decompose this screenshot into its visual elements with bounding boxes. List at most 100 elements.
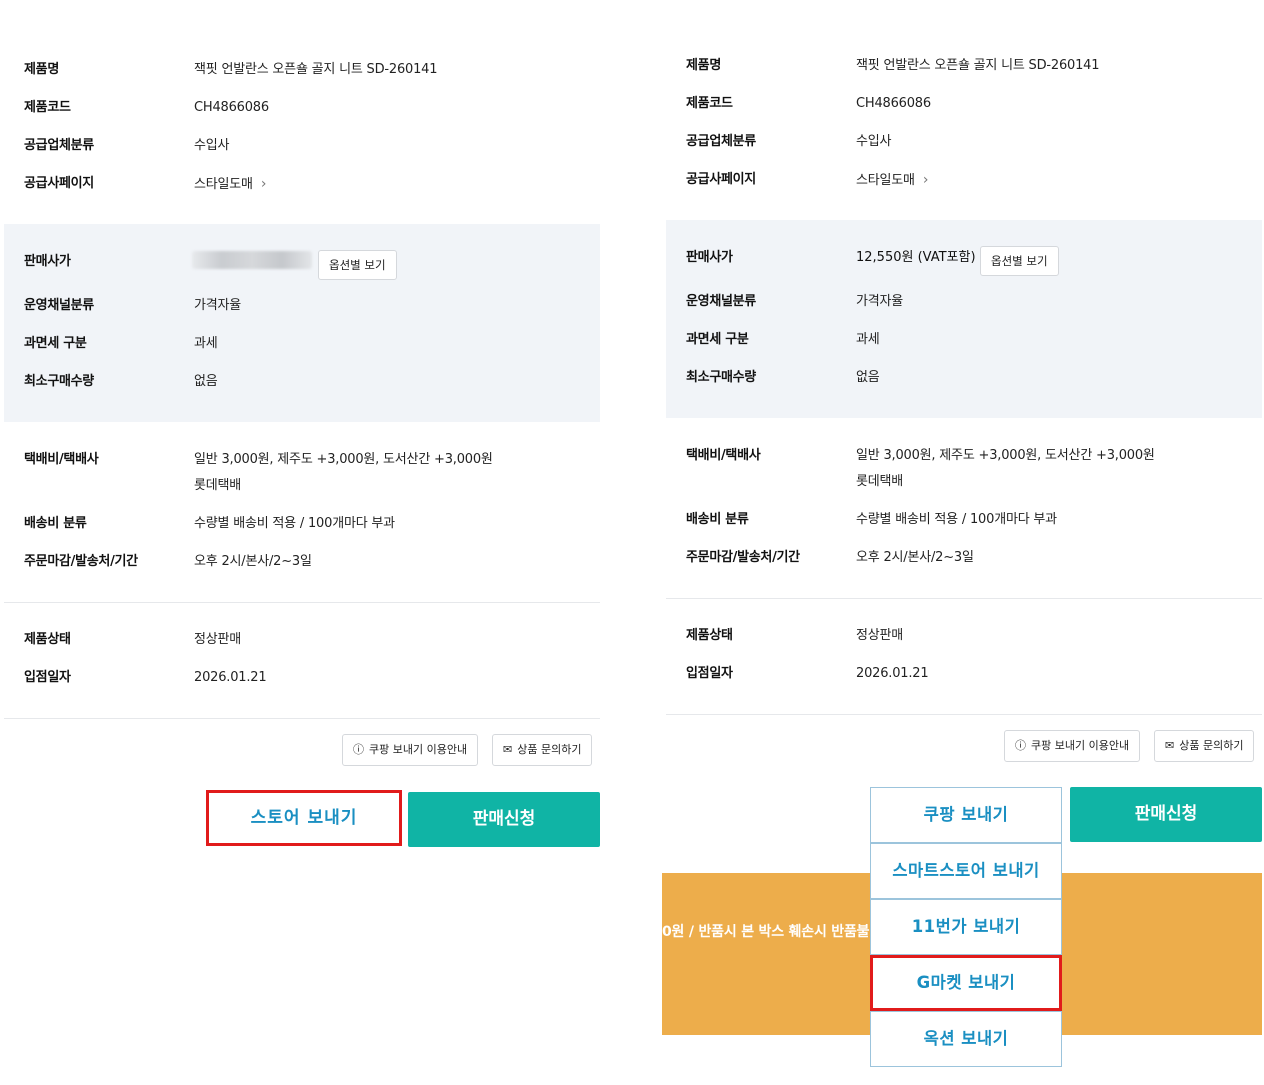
shipping-fee-value: 일반 3,000원, 제주도 +3,000원, 도서산간 +3,000원 [194,452,493,467]
section-divider [666,598,1262,599]
status-row: 제품상태 정상판매 [4,628,600,652]
apply-sale-button[interactable]: 판매신청 [408,792,600,847]
send-menu-item-smartstore[interactable]: 스마트스토어 보내기 [870,843,1062,899]
order-row: 주문마감/발송처/기간 오후 2시/본사/2~3일 [4,550,600,574]
tax-label: 과면세 구분 [24,336,87,351]
coupang-guide-label[interactable]: 쿠팡 보내기 이용안내 [1031,739,1129,752]
supplier-page-text[interactable]: 스타일도매 [856,173,915,188]
apply-sale-button[interactable]: 판매신청 [1070,787,1262,842]
mail-icon: ✉ [503,743,513,756]
date-row: 입점일자 2026.01.21 [4,666,600,690]
channel-value: 가격자율 [194,298,242,313]
channel-value: 가격자율 [856,294,904,309]
product-detail-panel-right: 제품명 잭핏 언발란스 오픈숄 골지 니트 SD-260141 제품코드 CH4… [662,0,1262,1085]
send-menu-item-11st[interactable]: 11번가 보내기 [870,899,1062,955]
sale-price-label: 판매사가 [24,254,71,269]
shipping-type-label: 배송비 분류 [24,516,87,531]
sale-price-value: 12,550원 (VAT포함) [856,250,976,265]
question-circle-icon: ⓘ [1015,739,1026,752]
option-price-button[interactable]: 옵션별 보기 [980,246,1059,276]
product-code-row: 제품코드 CH4866086 [666,92,1262,116]
min-qty-row: 최소구매수량 없음 [666,366,1262,390]
tax-row: 과면세 구분 과세 [666,328,1262,352]
status-label: 제품상태 [686,628,733,643]
channel-row: 운영채널분류 가격자율 [4,294,600,318]
channel-label: 운영채널분류 [24,298,94,313]
shipping-type-label: 배송비 분류 [686,512,749,527]
supplier-page-link[interactable]: 스타일도매 › [194,172,266,197]
status-row: 제품상태 정상판매 [666,624,1262,648]
inquiry-button[interactable]: ✉ 상품 문의하기 [492,734,593,766]
status-label: 제품상태 [24,632,71,647]
supplier-page-label: 공급사페이지 [686,172,756,187]
shipping-row: 택배비/택배사 일반 3,000원, 제주도 +3,000원, 도서산간 +3,… [666,444,1262,489]
section-divider [666,714,1262,715]
section-divider [4,718,600,719]
supplier-page-link[interactable]: 스타일도매 › [856,168,928,193]
chevron-right-icon: › [922,172,929,188]
status-value: 정상판매 [194,632,242,647]
coupang-guide-button[interactable]: ⓘ 쿠팡 보내기 이용안내 [342,734,479,766]
min-qty-label: 최소구매수량 [24,374,94,389]
inquiry-label[interactable]: 상품 문의하기 [1179,739,1243,752]
tax-row: 과면세 구분 과세 [4,332,600,356]
min-qty-value: 없음 [856,370,880,385]
shipping-type-row: 배송비 분류 수량별 배송비 적용 / 100개마다 부과 [666,508,1262,532]
order-label: 주문마감/발송처/기간 [24,554,138,569]
product-name-label: 제품명 [686,58,721,73]
product-code-value: CH4866086 [194,100,269,115]
shipping-type-row: 배송비 분류 수량별 배송비 적용 / 100개마다 부과 [4,512,600,536]
product-code-label: 제품코드 [686,96,733,111]
min-qty-value: 없음 [194,374,218,389]
date-label: 입점일자 [24,670,71,685]
courier-value: 롯데택배 [194,478,242,493]
chevron-right-icon: › [260,176,267,192]
store-send-button[interactable]: 스토어 보내기 [206,790,402,846]
inquiry-label[interactable]: 상품 문의하기 [517,743,581,756]
status-value: 정상판매 [856,628,904,643]
question-circle-icon: ⓘ [353,743,364,756]
shipping-label: 택배비/택배사 [686,448,761,463]
supplier-type-value: 수입사 [194,138,230,153]
order-value: 오후 2시/본사/2~3일 [856,550,974,565]
date-value: 2026.01.21 [856,666,929,681]
shipping-type-value: 수량별 배송비 적용 / 100개마다 부과 [194,516,395,531]
date-row: 입점일자 2026.01.21 [666,662,1262,686]
product-name-row: 제품명 잭핏 언발란스 오픈숄 골지 니트 SD-260141 [666,54,1262,78]
coupang-guide-button[interactable]: ⓘ 쿠팡 보내기 이용안내 [1004,730,1141,762]
shipping-label: 택배비/택배사 [24,452,99,467]
supplier-type-row: 공급업체분류 수입사 [4,134,600,158]
supplier-type-label: 공급업체분류 [686,134,756,149]
supplier-page-row: 공급사페이지 스타일도매 › [666,168,1262,192]
coupang-guide-label[interactable]: 쿠팡 보내기 이용안내 [369,743,467,756]
tax-value: 과세 [856,332,880,347]
option-price-button[interactable]: 옵션별 보기 [318,250,397,280]
shipping-type-value: 수량별 배송비 적용 / 100개마다 부과 [856,512,1057,527]
date-value: 2026.01.21 [194,670,267,685]
shipping-fee-value: 일반 3,000원, 제주도 +3,000원, 도서산간 +3,000원 [856,448,1155,463]
tax-label: 과면세 구분 [686,332,749,347]
order-row: 주문마감/발송처/기간 오후 2시/본사/2~3일 [666,546,1262,570]
supplier-page-label: 공급사페이지 [24,176,94,191]
send-menu-item-coupang[interactable]: 쿠팡 보내기 [870,787,1062,843]
tax-value: 과세 [194,336,218,351]
min-qty-row: 최소구매수량 없음 [4,370,600,394]
product-code-value: CH4866086 [856,96,931,111]
section-divider [4,602,600,603]
banner-text: 0원 / 반품시 본 박스 훼손시 반품불 [662,924,870,940]
mail-icon: ✉ [1165,739,1175,752]
min-qty-label: 최소구매수량 [686,370,756,385]
supplier-type-row: 공급업체분류 수입사 [666,130,1262,154]
supplier-type-value: 수입사 [856,134,892,149]
product-code-row: 제품코드 CH4866086 [4,96,600,120]
product-name-label: 제품명 [24,62,59,77]
supplier-page-row: 공급사페이지 스타일도매 › [4,172,600,196]
send-menu-item-auction[interactable]: 옥션 보내기 [870,1011,1062,1067]
product-name-value: 잭핏 언발란스 오픈숄 골지 니트 SD-260141 [856,58,1100,73]
send-menu-item-gmarket[interactable]: G마켓 보내기 [870,955,1062,1011]
supplier-page-text[interactable]: 스타일도매 [194,177,253,192]
blurred-price-value [192,251,312,269]
courier-value: 롯데택배 [856,474,904,489]
sale-price-label: 판매사가 [686,250,733,265]
inquiry-button[interactable]: ✉ 상품 문의하기 [1154,730,1255,762]
